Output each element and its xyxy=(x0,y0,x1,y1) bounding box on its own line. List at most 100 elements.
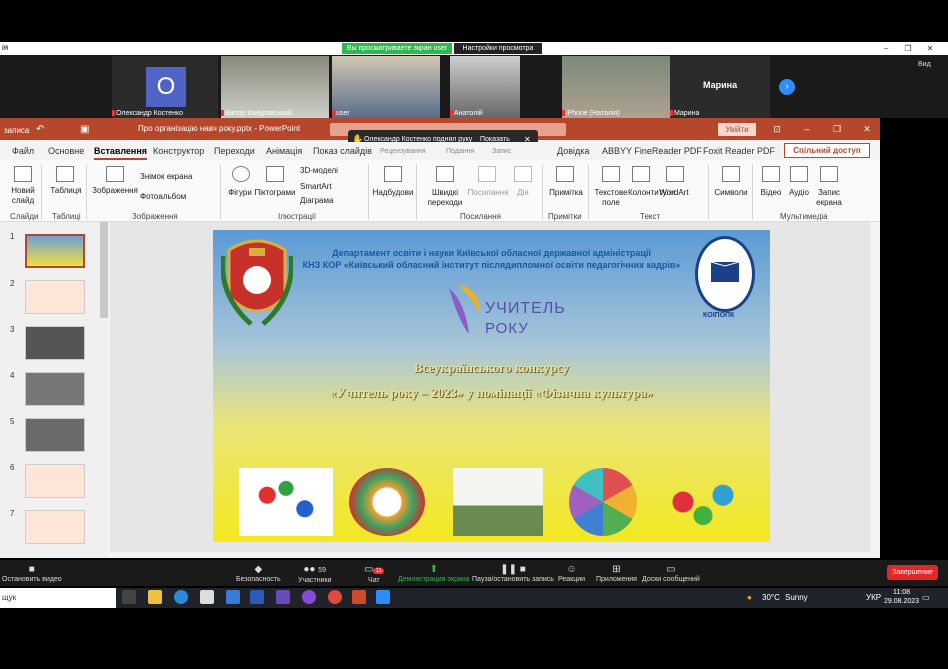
slide-institute-line: КНЗ КОР «Київський обласний інститут піс… xyxy=(302,260,681,270)
header-footer-button[interactable]: Колонтитули xyxy=(628,188,675,198)
pause-recording-button[interactable]: ❚❚ ■ Пауза/остановить запись xyxy=(472,564,554,583)
stop-video-button[interactable]: ■ Остановить видео xyxy=(2,564,62,583)
store-icon[interactable] xyxy=(200,590,214,604)
sign-in-button[interactable]: Увійти xyxy=(718,123,756,136)
chrome-icon[interactable] xyxy=(328,590,342,604)
chat-icon: ▭ 11 xyxy=(364,564,384,575)
share-button[interactable]: Спільний доступ xyxy=(784,143,870,158)
pause-stop-icon: ❚❚ ■ xyxy=(500,564,526,575)
new-slide-button[interactable]: Новий слайд xyxy=(4,186,42,206)
slide-thumbnail[interactable] xyxy=(25,418,85,452)
ribbon-display-icon[interactable]: ⊡ xyxy=(768,123,786,136)
photo-album-button[interactable]: Фотоальбом xyxy=(140,192,216,202)
link-button[interactable]: Посилання xyxy=(466,188,510,198)
next-page-icon[interactable]: › xyxy=(779,79,795,95)
security-button[interactable]: ◆ Безопасность xyxy=(236,564,281,583)
zoom-icon[interactable] xyxy=(376,590,390,604)
ppt-close-icon[interactable]: ✕ xyxy=(858,123,876,136)
participant-tile[interactable]: iPhone (Наталія) xyxy=(562,56,670,118)
notifications-icon[interactable]: ▭ xyxy=(922,593,930,602)
tab-record[interactable]: Запис xyxy=(492,148,511,155)
slide-thumbnail[interactable] xyxy=(25,510,85,544)
minimize-icon[interactable]: – xyxy=(876,43,896,54)
word-icon[interactable] xyxy=(250,590,264,604)
addins-button[interactable]: Надбудови xyxy=(370,188,416,198)
symbols-button[interactable]: Символи xyxy=(710,188,752,198)
end-meeting-button[interactable]: Завершение xyxy=(887,565,938,580)
apps-button[interactable]: ⊞ Приложения xyxy=(596,564,637,583)
text-box-button[interactable]: Текстове поле xyxy=(592,188,630,208)
tab-animation[interactable]: Анімація xyxy=(266,146,302,156)
logo-word-year: РОКУ xyxy=(485,320,529,337)
images-button[interactable]: Зображення xyxy=(92,186,138,196)
screen-recording-button[interactable]: Запис екрана xyxy=(812,188,846,208)
tab-transitions[interactable]: Переходи xyxy=(214,146,255,156)
action-icon xyxy=(514,166,532,182)
quick-transitions-button[interactable]: Швидкі переходи xyxy=(420,188,470,208)
chat-button[interactable]: ▭ 11 Чат xyxy=(364,564,384,584)
slide-thumbnail[interactable] xyxy=(25,280,85,314)
table-button[interactable]: Таблиця xyxy=(46,186,86,196)
wellness-wheel-image xyxy=(569,468,637,536)
tab-design[interactable]: Конструктор xyxy=(153,146,204,156)
tab-foxit[interactable]: Foxit Reader PDF xyxy=(703,146,775,156)
wordart-button[interactable]: WordArt xyxy=(656,188,692,198)
slide-thumbnail[interactable] xyxy=(25,464,85,498)
task-view-icon[interactable] xyxy=(122,590,136,604)
ppt-maximize-icon[interactable]: ❐ xyxy=(828,123,846,136)
tab-insert[interactable]: Вставлення xyxy=(94,146,148,160)
share-screen-button[interactable]: ⬆ Демонстрация экрана xyxy=(398,564,470,583)
screenshot-button[interactable]: Знімок екрана xyxy=(140,172,216,182)
tab-review[interactable]: Рецензування xyxy=(380,148,426,155)
addins-icon xyxy=(384,166,402,182)
maximize-icon[interactable]: ❐ xyxy=(898,43,918,54)
icons-button[interactable]: Піктограми xyxy=(252,188,298,198)
present-icon[interactable]: ▣ xyxy=(80,124,89,135)
logo-word-teacher: УЧИТЕЛЬ xyxy=(485,300,566,317)
onenote-icon[interactable] xyxy=(276,590,290,604)
action-button[interactable]: Дія xyxy=(510,188,536,198)
slide-thumbnail[interactable] xyxy=(25,234,85,268)
viber-icon[interactable] xyxy=(302,590,316,604)
group-media-label: Мультимедіа xyxy=(780,212,828,221)
comment-button[interactable]: Примітка xyxy=(544,188,588,198)
participant-tile[interactable]: Анатолій xyxy=(450,56,520,118)
audio-button[interactable]: Аудіо xyxy=(784,188,814,198)
video-button[interactable]: Відео xyxy=(756,188,786,198)
vertical-scrollbar[interactable] xyxy=(870,222,880,552)
tab-view[interactable]: Подання xyxy=(446,148,474,155)
ppt-minimize-icon[interactable]: – xyxy=(798,123,816,136)
undo-icon[interactable]: ↶ xyxy=(36,124,44,135)
smartart-button[interactable]: SmartArt xyxy=(300,182,364,192)
slide-canvas[interactable]: Департамент освіти і науки Київської обл… xyxy=(213,230,770,542)
3d-models-button[interactable]: 3D-моделі xyxy=(300,166,364,176)
mail-icon[interactable] xyxy=(226,590,240,604)
tab-abbyy[interactable]: ABBYY FineReader PDF xyxy=(602,146,702,156)
language-indicator[interactable]: УКР xyxy=(866,593,881,602)
powerpoint-icon[interactable] xyxy=(352,590,366,604)
image-icon xyxy=(106,166,124,182)
taskbar-search-input[interactable]: щук xyxy=(0,588,116,608)
view-mode-button[interactable]: Вид xyxy=(918,61,931,68)
participants-button[interactable]: ●● 59 Участники xyxy=(298,564,331,584)
tab-help[interactable]: Довідка xyxy=(557,146,589,156)
slide-thumbnail[interactable] xyxy=(25,326,85,360)
slide-thumbnail[interactable] xyxy=(25,372,85,406)
video-icon xyxy=(762,166,780,182)
chart-button[interactable]: Діаграма xyxy=(300,196,364,206)
close-icon[interactable]: ✕ xyxy=(920,43,940,54)
tab-file[interactable]: Файл xyxy=(12,146,34,156)
whiteboards-button[interactable]: ▭ Доски сообщений xyxy=(642,564,700,583)
tab-home[interactable]: Основне xyxy=(48,146,84,156)
sports-icons-image xyxy=(239,468,333,536)
file-explorer-icon[interactable] xyxy=(148,590,162,604)
view-settings-button[interactable]: Настройки просмотра xyxy=(454,43,542,54)
participant-tile[interactable]: Віктор Кануровський xyxy=(221,56,329,118)
slide-department-line: Департамент освіти і науки Київської обл… xyxy=(332,248,651,258)
tab-slideshow[interactable]: Показ слайдів xyxy=(313,146,372,156)
edge-icon[interactable] xyxy=(174,590,188,604)
thumbnail-scrollbar[interactable] xyxy=(100,222,108,318)
ppt-window-title: Про організацію навч року.pptx - PowerPo… xyxy=(138,124,301,133)
reactions-button[interactable]: ☺ Реакции xyxy=(558,564,585,583)
participant-tile[interactable]: user xyxy=(332,56,440,118)
